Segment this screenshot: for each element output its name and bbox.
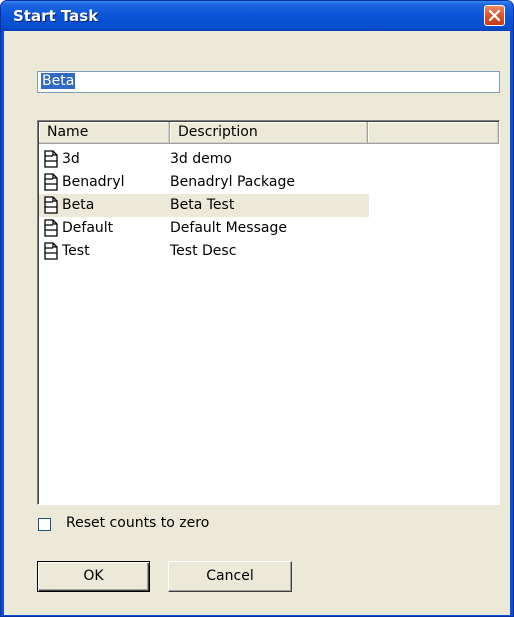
column-header-description[interactable]: Description xyxy=(170,122,368,144)
title-bar[interactable]: Start Task xyxy=(1,1,513,31)
document-icon xyxy=(44,196,58,214)
document-icon xyxy=(44,150,58,168)
task-list[interactable]: Name Description 3d 3d demo Benadryl Ben… xyxy=(37,120,500,505)
task-row-test[interactable]: Test Test Desc xyxy=(39,240,369,263)
column-header-blank[interactable] xyxy=(368,122,499,144)
task-description: Default Message xyxy=(170,220,287,236)
document-icon xyxy=(44,242,58,260)
task-description: Test Desc xyxy=(170,243,237,259)
dialog-body: Beta Name Description 3d 3d demo Benadry… xyxy=(4,31,510,615)
task-name: Beta xyxy=(62,197,95,213)
dialog-title: Start Task xyxy=(13,7,99,25)
task-row-default[interactable]: Default Default Message xyxy=(39,217,369,240)
task-filter-value: Beta xyxy=(41,73,76,89)
task-description: 3d demo xyxy=(170,151,232,167)
task-name: Benadryl xyxy=(62,174,125,190)
task-description: Beta Test xyxy=(170,197,235,213)
task-filter-input[interactable]: Beta xyxy=(37,71,500,93)
document-icon xyxy=(44,173,58,191)
task-name: 3d xyxy=(62,151,80,167)
cancel-button[interactable]: Cancel xyxy=(168,561,292,592)
start-task-dialog: Start Task Beta Name Description 3d 3d d… xyxy=(0,0,514,617)
reset-counts-checkbox[interactable] xyxy=(38,518,51,531)
task-description: Benadryl Package xyxy=(170,174,295,190)
ok-button[interactable]: OK xyxy=(37,561,150,592)
task-name: Test xyxy=(62,243,90,259)
task-list-header: Name Description xyxy=(39,122,499,144)
column-header-name[interactable]: Name xyxy=(39,122,170,144)
document-icon xyxy=(44,219,58,237)
task-row-3d[interactable]: 3d 3d demo xyxy=(39,148,369,171)
reset-counts-label[interactable]: Reset counts to zero xyxy=(66,515,209,531)
task-row-benadryl[interactable]: Benadryl Benadryl Package xyxy=(39,171,369,194)
close-icon xyxy=(489,10,500,21)
task-row-beta[interactable]: Beta Beta Test xyxy=(39,194,369,217)
close-button[interactable] xyxy=(484,5,505,26)
task-name: Default xyxy=(62,220,114,236)
